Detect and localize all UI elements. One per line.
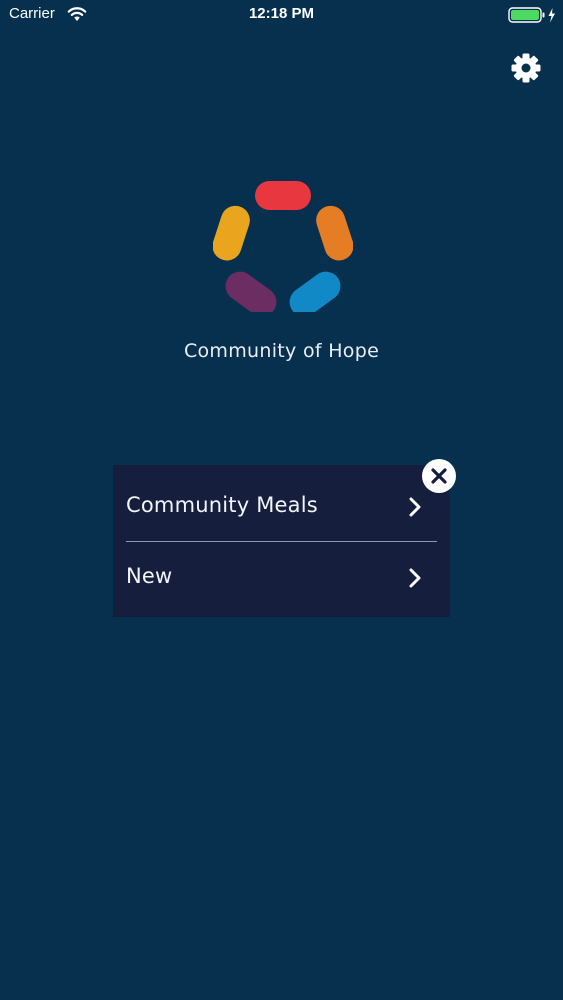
menu-item-label: Community Meals	[126, 493, 318, 517]
chevron-right-icon	[409, 568, 421, 588]
logo-petal-orange	[316, 205, 353, 261]
menu-item-community-meals[interactable]: Community Meals	[113, 471, 450, 541]
logo-petal-blue	[289, 271, 341, 312]
menu-item-label: New	[126, 564, 173, 588]
battery-full-charging-icon	[508, 7, 555, 23]
close-icon	[431, 468, 447, 484]
app-title: Community of Hope	[183, 340, 380, 362]
menu-panel: Community Meals New	[113, 465, 450, 617]
status-time: 12:18 PM	[248, 5, 315, 22]
logo-petal-red	[255, 181, 311, 210]
close-button[interactable]	[422, 459, 456, 493]
settings-button[interactable]	[510, 52, 542, 84]
community-of-hope-logo	[213, 181, 353, 312]
menu-item-new[interactable]: New	[113, 542, 450, 612]
chevron-right-icon	[409, 497, 421, 517]
gear-icon	[511, 53, 541, 83]
status-bar: Carrier 12:18 PM	[0, 0, 563, 30]
logo-petal-yellow	[213, 205, 250, 261]
logo-petal-purple	[225, 271, 277, 312]
